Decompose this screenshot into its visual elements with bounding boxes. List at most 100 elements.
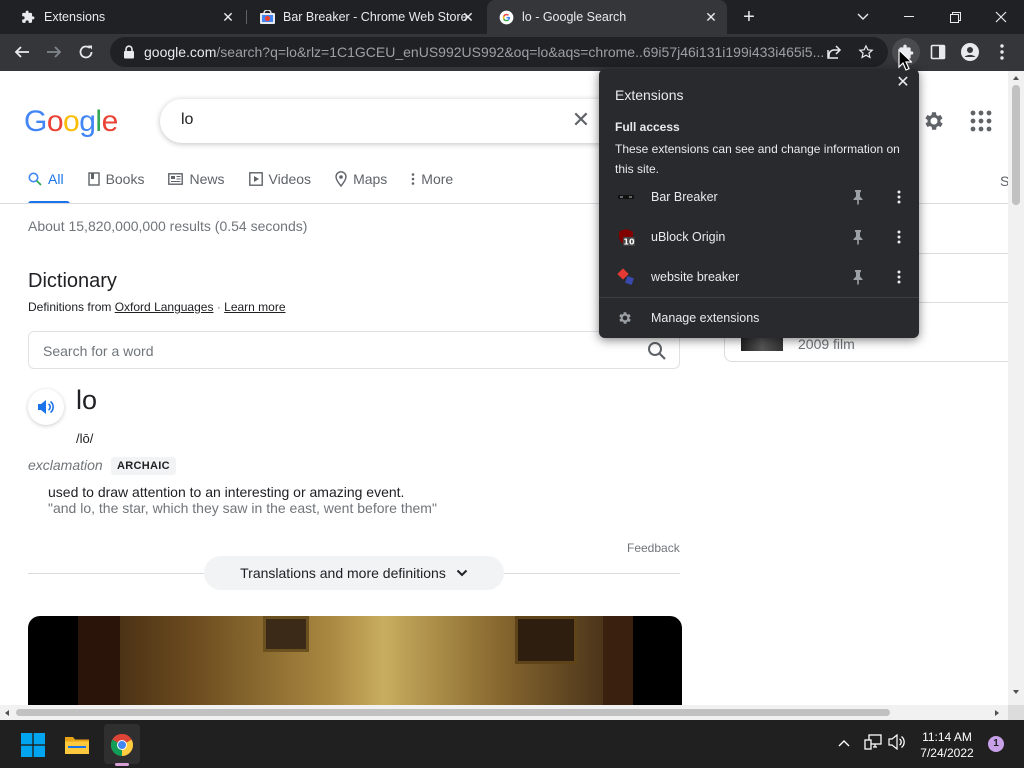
file-explorer-button[interactable] — [60, 728, 94, 762]
vertical-scrollbar[interactable] — [1008, 71, 1024, 705]
popup-divider — [599, 297, 919, 298]
result-stats: About 15,820,000,000 results (0.54 secon… — [28, 218, 308, 234]
forward-button[interactable] — [40, 38, 68, 66]
extensions-popup: Extensions ✕ Full access These extension… — [599, 69, 919, 338]
extension-row-website-breaker[interactable]: website breaker — [599, 257, 919, 297]
google-apps-icon[interactable] — [970, 110, 992, 132]
gear-icon — [619, 312, 631, 324]
manage-extensions-button[interactable]: Manage extensions — [599, 301, 919, 335]
extension-row-ublock-origin[interactable]: 10 uBlock Origin — [599, 217, 919, 257]
back-button[interactable] — [8, 38, 36, 66]
chrome-taskbar-button[interactable] — [105, 728, 139, 762]
tab-search-chevron-icon[interactable] — [840, 0, 886, 34]
button-label: Translations and more definitions — [240, 565, 446, 581]
minimize-button[interactable] — [886, 0, 932, 34]
video-scene-painting — [263, 616, 309, 652]
tab-bar-breaker[interactable]: Bar Breaker - Chrome Web Store ✕ — [248, 0, 484, 34]
feedback-link[interactable]: Feedback — [627, 541, 680, 555]
tab-maps[interactable]: Maps — [335, 167, 387, 191]
example-text: "and lo, the star, which they saw in the… — [48, 500, 437, 516]
show-hidden-icons-chevron[interactable] — [838, 734, 850, 750]
windows-taskbar: 11:14 AM 7/24/2022 1 — [0, 720, 1024, 768]
search-query-text[interactable]: lo — [181, 111, 193, 129]
bar-breaker-icon — [618, 195, 634, 199]
clear-search-icon[interactable]: ✕ — [570, 109, 592, 131]
oxford-languages-link[interactable]: Oxford Languages — [115, 300, 214, 314]
website-breaker-icon — [617, 268, 634, 285]
lock-icon[interactable] — [122, 45, 136, 59]
tab-separator — [246, 10, 247, 24]
url-text: google.com/search?q=lo&rlz=1C1GCEU_enUS9… — [144, 44, 824, 60]
video-scene-curtain — [603, 616, 633, 705]
profile-avatar-icon[interactable] — [956, 38, 984, 66]
close-tab-icon[interactable]: ✕ — [220, 9, 236, 25]
tab-extensions[interactable]: Extensions ✕ — [8, 0, 244, 34]
volume-icon[interactable] — [888, 733, 906, 753]
folder-icon — [65, 737, 89, 754]
scroll-left-icon[interactable] — [4, 709, 10, 717]
tab-all[interactable]: All — [28, 167, 64, 191]
tab-label: Bar Breaker - Chrome Web Store — [283, 10, 468, 24]
start-button[interactable] — [16, 728, 50, 762]
reload-button[interactable] — [72, 38, 100, 66]
tab-videos[interactable]: Videos — [248, 167, 311, 191]
more-options-icon[interactable] — [891, 229, 907, 245]
close-tab-icon[interactable]: ✕ — [703, 9, 719, 25]
bookmark-star-icon[interactable] — [852, 38, 880, 66]
scrollbar-thumb[interactable] — [16, 709, 890, 716]
clock-time: 11:14 AM — [922, 730, 972, 744]
search-box[interactable]: lo ✕ — [160, 99, 620, 143]
new-tab-button[interactable]: + — [738, 6, 760, 28]
dictionary-heading: Dictionary — [28, 270, 117, 292]
chevron-down-icon — [456, 569, 468, 577]
pronunciation-speaker-button[interactable] — [28, 389, 64, 425]
address-bar[interactable]: google.com/search?q=lo&rlz=1C1GCEU_enUS9… — [110, 37, 888, 67]
tab-more[interactable]: More — [411, 167, 453, 191]
word-search-input[interactable]: Search for a word — [28, 331, 680, 369]
part-of-speech: exclamation — [28, 457, 103, 473]
more-options-icon[interactable] — [891, 189, 907, 205]
tab-google-search[interactable]: lo - Google Search ✕ — [487, 0, 727, 34]
search-nav-tabs: All Books News Videos Maps More — [28, 167, 477, 203]
notification-badge[interactable]: 1 — [988, 736, 1004, 752]
translations-more-button[interactable]: Translations and more definitions — [204, 556, 504, 590]
restore-button[interactable] — [932, 0, 978, 34]
side-panel-icon[interactable] — [924, 38, 952, 66]
network-icon[interactable] — [864, 734, 882, 753]
pin-icon[interactable] — [851, 229, 865, 245]
chrome-logo-icon — [110, 733, 133, 756]
horizontal-scrollbar[interactable] — [0, 705, 1008, 720]
chrome-menu-icon[interactable] — [988, 38, 1016, 66]
tab-news[interactable]: News — [168, 167, 225, 191]
manage-extensions-label: Manage extensions — [651, 311, 760, 325]
map-pin-icon — [335, 171, 347, 187]
share-icon[interactable] — [820, 38, 848, 66]
video-thumbnail[interactable] — [28, 616, 682, 705]
tab-books[interactable]: Books — [87, 167, 144, 191]
scroll-down-icon[interactable] — [1012, 689, 1020, 695]
tab-label: Maps — [353, 171, 388, 187]
search-icon[interactable] — [647, 341, 667, 361]
pin-icon[interactable] — [851, 189, 865, 205]
extension-row-bar-breaker[interactable]: Bar Breaker — [599, 177, 919, 217]
google-logo[interactable]: Google — [24, 105, 118, 139]
taskbar-clock[interactable]: 11:14 AM 7/24/2022 — [912, 729, 982, 761]
settings-gear-icon[interactable] — [922, 109, 946, 133]
tools-tab-partial[interactable]: S — [1000, 173, 1008, 189]
archaic-badge: ARCHAIC — [111, 457, 176, 475]
scroll-up-icon[interactable] — [1012, 75, 1020, 81]
scrollbar-thumb[interactable] — [1012, 85, 1020, 205]
pin-icon[interactable] — [851, 269, 865, 285]
close-popup-icon[interactable]: ✕ — [893, 73, 913, 93]
more-vert-icon — [411, 173, 415, 185]
puzzle-icon — [20, 9, 36, 25]
close-window-button[interactable] — [978, 0, 1024, 34]
learn-more-link[interactable]: Learn more — [224, 300, 285, 314]
more-options-icon[interactable] — [891, 269, 907, 285]
close-tab-icon[interactable]: ✕ — [460, 9, 476, 25]
pronunciation-text: /lō/ — [76, 431, 94, 446]
film-label[interactable]: 2009 film — [798, 336, 855, 352]
scroll-right-icon[interactable] — [994, 709, 1000, 717]
news-icon — [168, 173, 184, 185]
tab-label: Extensions — [44, 10, 106, 24]
